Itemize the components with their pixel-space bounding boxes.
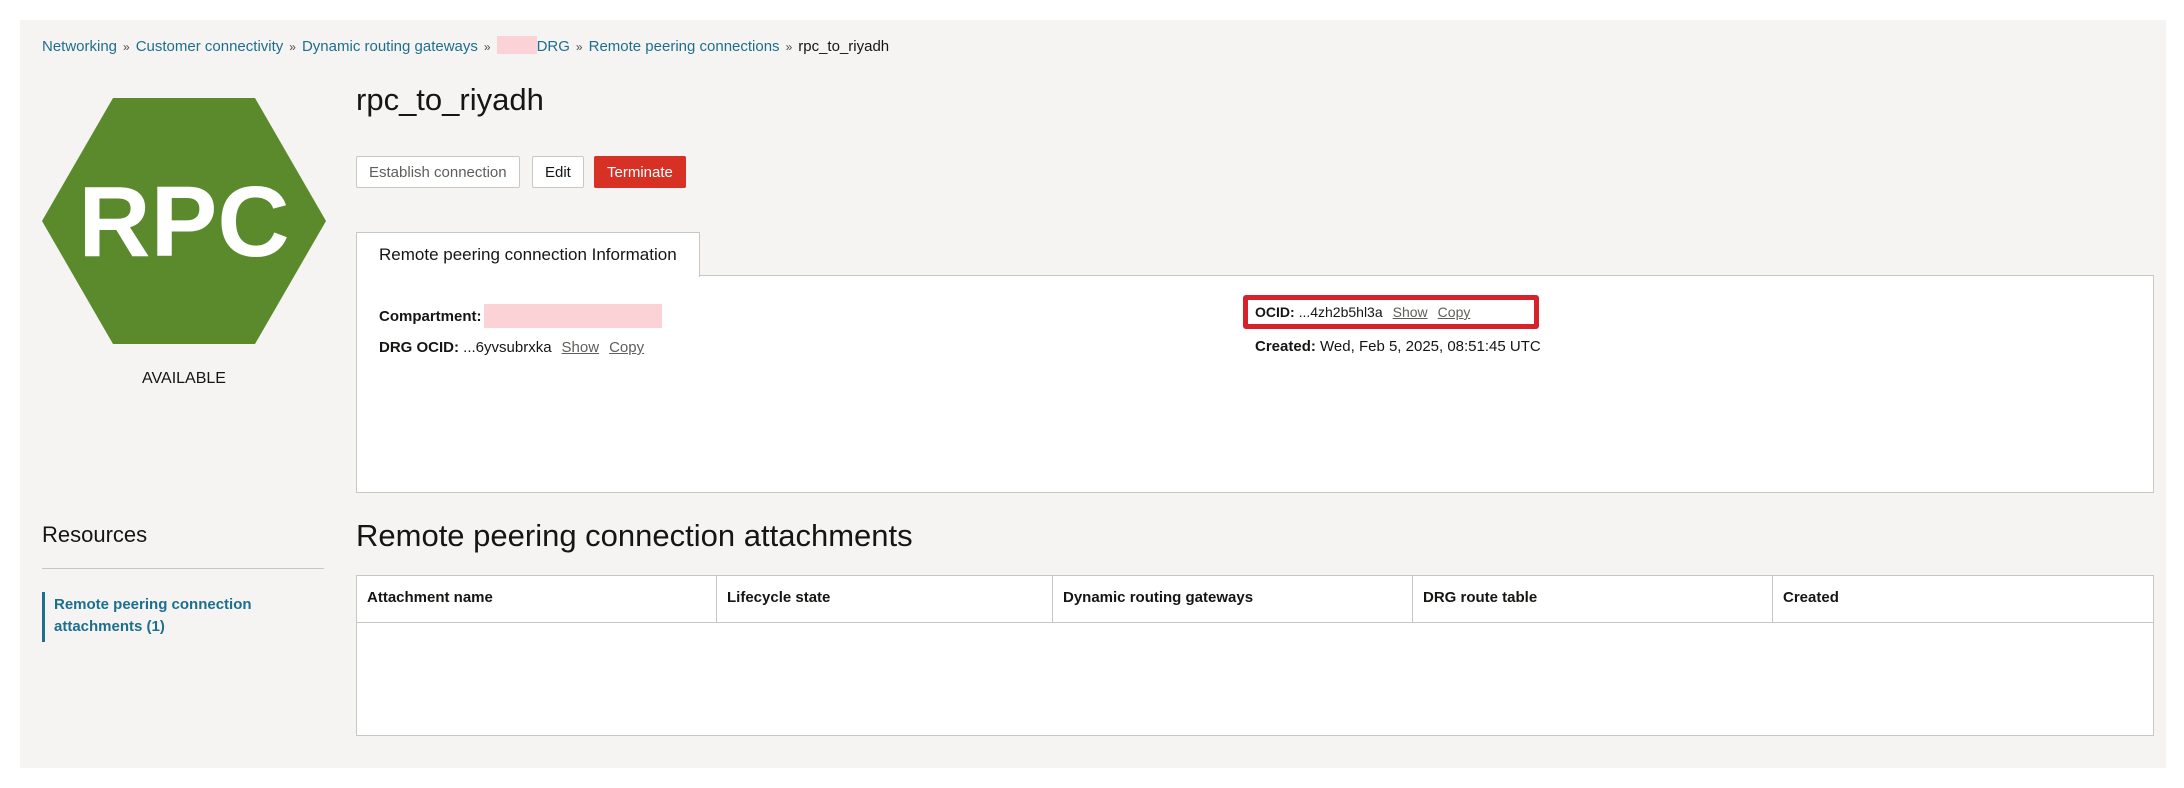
breadcrumb: Networking » Customer connectivity » Dynamic… [42, 36, 889, 55]
ocid-copy-link[interactable]: Copy [1438, 304, 1471, 320]
breadcrumb-separator-icon: » [289, 40, 296, 54]
redacted-compartment [483, 304, 662, 328]
lifecycle-status: AVAILABLE [142, 370, 226, 387]
column-created[interactable]: Created [1773, 576, 2153, 622]
column-dynamic-routing-gateways[interactable]: Dynamic routing gateways [1053, 576, 1413, 622]
ocid-show-link[interactable]: Show [1393, 304, 1428, 320]
breadcrumb-dynamic-routing-gateways[interactable]: Dynamic routing gateways [302, 38, 478, 55]
created-field: Created: Wed, Feb 5, 2025, 08:51:45 UTC [1255, 338, 1541, 355]
column-drg-route-table[interactable]: DRG route table [1413, 576, 1773, 622]
sidebar-item-rpc-attachments[interactable]: Remote peering connection attachments (1… [42, 592, 294, 642]
ocid-label: OCID: [1255, 304, 1295, 320]
drg-ocid-value: ...6yvsubrxka [463, 339, 552, 356]
terminate-button[interactable]: Terminate [594, 156, 686, 188]
drg-ocid-label: DRG OCID: [379, 339, 459, 356]
edit-button[interactable]: Edit [532, 156, 584, 188]
breadcrumb-customer-connectivity[interactable]: Customer connectivity [136, 38, 284, 55]
breadcrumb-separator-icon: » [575, 40, 583, 54]
breadcrumb-networking[interactable]: Networking [42, 38, 117, 55]
breadcrumb-separator-icon: » [785, 40, 793, 54]
created-value: Wed, Feb 5, 2025, 08:51:45 UTC [1320, 338, 1541, 355]
ocid-value: ...4zh2b5hl3a [1298, 304, 1383, 320]
page-background: Networking » Customer connectivity » Dynamic… [20, 20, 2166, 768]
table-header: Attachment name Lifecycle state Dynamic … [357, 576, 2153, 623]
breadcrumb-remote-peering-connections[interactable]: Remote peering connections [589, 38, 780, 55]
column-attachment-name[interactable]: Attachment name [357, 576, 717, 622]
breadcrumb-current: rpc_to_riyadh [798, 38, 890, 55]
info-panel: Compartment: DRG OCID: ...6yvsubrxka Show… [356, 275, 2154, 493]
column-lifecycle-state[interactable]: Lifecycle state [717, 576, 1053, 622]
breadcrumb-separator-icon: » [483, 40, 491, 54]
ocid-field: OCID: ...4zh2b5hl3a Show Copy [1255, 304, 1470, 320]
drg-ocid-copy-link[interactable]: Copy [609, 339, 644, 356]
drg-ocid-show-link[interactable]: Show [562, 339, 600, 356]
resources-heading: Resources [42, 522, 148, 547]
rpc-hexagon-icon: RPC [42, 98, 326, 344]
tab-rpc-information[interactable]: Remote peering connection Information [356, 232, 700, 277]
attachments-heading: Remote peering connection attachments [356, 518, 913, 553]
breadcrumb-separator-icon: » [123, 40, 130, 54]
attachments-table: Attachment name Lifecycle state Dynamic … [356, 575, 2154, 736]
breadcrumb-drg[interactable]: DRG [537, 38, 570, 55]
compartment-label: Compartment: [379, 308, 482, 325]
page-title: rpc_to_riyadh [356, 82, 544, 117]
hexagon-label: RPC [78, 166, 289, 278]
resources-divider [42, 568, 324, 569]
compartment-field: Compartment: [379, 304, 662, 328]
redacted-drg-name [496, 36, 537, 54]
created-label: Created: [1255, 338, 1316, 355]
establish-connection-button[interactable]: Establish connection [356, 156, 520, 188]
drg-ocid-field: DRG OCID: ...6yvsubrxka Show Copy [379, 339, 644, 356]
